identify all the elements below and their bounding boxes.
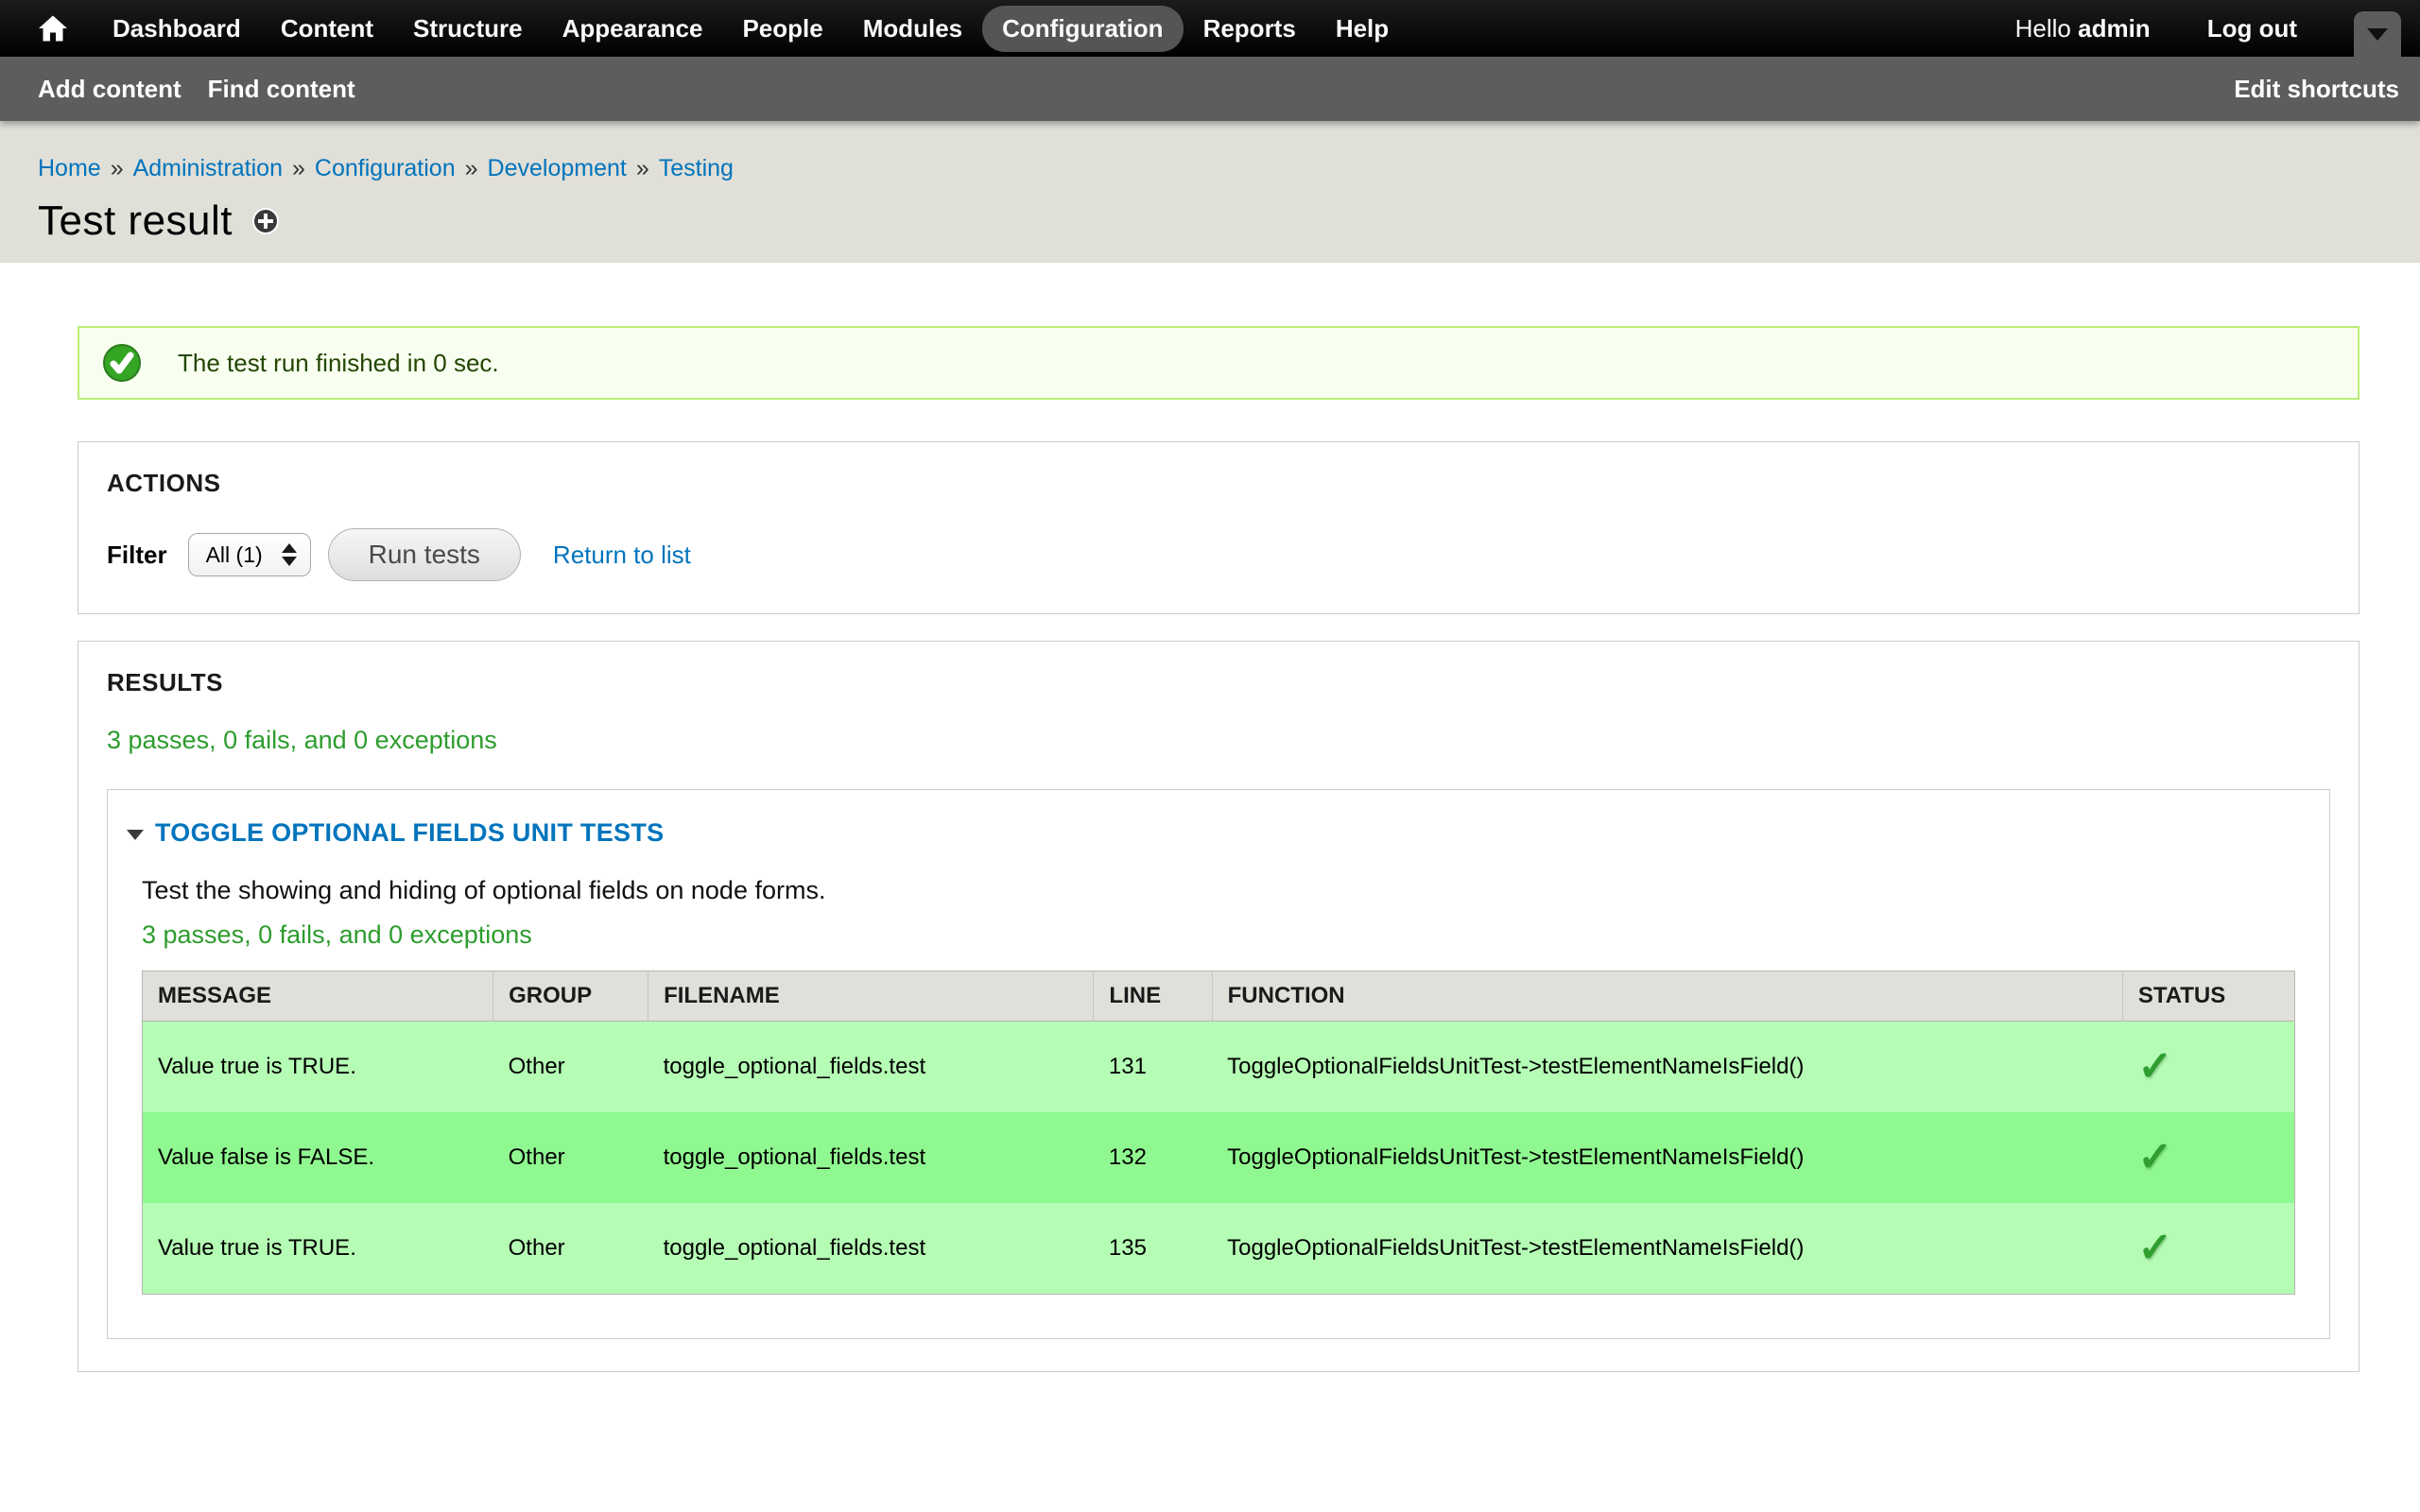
table-row: Value true is TRUE. Other toggle_optiona… [143,1203,2295,1295]
col-header-status: STATUS [2122,971,2294,1022]
pass-check-icon: ✓ [2137,1137,2172,1178]
test-group-fieldset: TOGGLE OPTIONAL FIELDS UNIT TESTS Test t… [107,789,2330,1339]
col-header-line: LINE [1094,971,1212,1022]
actions-legend: ACTIONS [107,469,2330,498]
filter-select-value: All (1) [206,542,263,568]
test-group-title[interactable]: TOGGLE OPTIONAL FIELDS UNIT TESTS [155,818,664,848]
filter-select[interactable]: All (1) [188,533,311,576]
greeting-text: Hello [2015,14,2071,43]
breadcrumb-separator: » [292,155,305,182]
cell-group: Other [493,1022,648,1113]
cell-filename: toggle_optional_fields.test [648,1022,1094,1113]
table-header-row: MESSAGE GROUP FILENAME LINE FUNCTION STA… [143,971,2295,1022]
breadcrumb-separator: » [636,155,649,182]
main-content: The test run finished in 0 sec. ACTIONS … [0,263,2420,1372]
toolbar-item-help[interactable]: Help [1316,6,1409,52]
run-tests-button[interactable]: Run tests [328,528,521,581]
edit-shortcuts-link[interactable]: Edit shortcuts [2234,75,2399,104]
admin-toolbar: Dashboard Content Structure Appearance P… [0,0,2420,57]
col-header-message: MESSAGE [143,971,493,1022]
col-header-group: GROUP [493,971,648,1022]
logout-link[interactable]: Log out [2207,14,2297,43]
results-table: MESSAGE GROUP FILENAME LINE FUNCTION STA… [142,971,2295,1295]
test-group-description: Test the showing and hiding of optional … [142,876,2295,905]
shortcut-bar: Add content Find content Edit shortcuts [0,57,2420,121]
col-header-function: FUNCTION [1212,971,2122,1022]
status-message-text: The test run finished in 0 sec. [178,349,499,378]
filter-label: Filter [107,541,167,570]
toolbar-item-reports[interactable]: Reports [1184,6,1316,52]
page-header: Home » Administration » Configuration » … [0,121,2420,263]
breadcrumb-administration[interactable]: Administration [133,155,283,182]
cell-message: Value false is FALSE. [143,1112,493,1203]
breadcrumb-configuration[interactable]: Configuration [315,155,456,182]
test-group-summary: 3 passes, 0 fails, and 0 exceptions [142,920,2295,950]
cell-function: ToggleOptionalFieldsUnitTest->testElemen… [1212,1112,2122,1203]
cell-line: 132 [1094,1112,1212,1203]
cell-filename: toggle_optional_fields.test [648,1203,1094,1295]
status-message: The test run finished in 0 sec. [78,326,2360,400]
toolbar-item-people[interactable]: People [722,6,842,52]
test-group-toggle[interactable]: TOGGLE OPTIONAL FIELDS UNIT TESTS [127,818,2295,848]
status-check-icon [102,343,142,383]
results-panel: RESULTS 3 passes, 0 fails, and 0 excepti… [78,641,2360,1372]
shortcut-find-content[interactable]: Find content [195,67,369,112]
cell-function: ToggleOptionalFieldsUnitTest->testElemen… [1212,1203,2122,1295]
toolbar-toggle-button[interactable] [2354,11,2401,57]
cell-function: ToggleOptionalFieldsUnitTest->testElemen… [1212,1022,2122,1113]
collapse-arrow-icon [127,830,144,840]
breadcrumb-testing[interactable]: Testing [659,155,734,182]
table-row: Value false is FALSE. Other toggle_optio… [143,1112,2295,1203]
col-header-filename: FILENAME [648,971,1094,1022]
breadcrumb-development[interactable]: Development [488,155,627,182]
results-legend: RESULTS [107,668,2330,697]
shortcut-add-content[interactable]: Add content [25,67,195,112]
user-greeting: Hello admin [2015,14,2151,43]
toolbar-item-structure[interactable]: Structure [393,6,543,52]
cell-message: Value true is TRUE. [143,1203,493,1295]
chevron-down-icon [2367,28,2388,41]
cell-group: Other [493,1203,648,1295]
return-to-list-link[interactable]: Return to list [553,541,691,570]
cell-group: Other [493,1112,648,1203]
results-summary: 3 passes, 0 fails, and 0 exceptions [107,726,2330,755]
add-to-shortcuts-icon[interactable] [251,207,280,235]
breadcrumb: Home » Administration » Configuration » … [38,155,2382,182]
toolbar-item-dashboard[interactable]: Dashboard [93,6,261,52]
cell-filename: toggle_optional_fields.test [648,1112,1094,1203]
select-stepper-icon [282,543,297,566]
cell-line: 131 [1094,1022,1212,1113]
table-row: Value true is TRUE. Other toggle_optiona… [143,1022,2295,1113]
breadcrumb-separator: » [465,155,478,182]
breadcrumb-home[interactable]: Home [38,155,101,182]
home-icon[interactable] [26,0,79,57]
toolbar-menu: Dashboard Content Structure Appearance P… [93,6,1409,52]
cell-line: 135 [1094,1203,1212,1295]
toolbar-item-appearance[interactable]: Appearance [543,6,723,52]
toolbar-item-configuration[interactable]: Configuration [982,6,1183,52]
page-title: Test result [38,198,233,245]
actions-panel: ACTIONS Filter All (1) Run tests Return … [78,441,2360,614]
breadcrumb-separator: » [111,155,124,182]
username-text: admin [2078,14,2151,43]
toolbar-item-content[interactable]: Content [261,6,393,52]
cell-message: Value true is TRUE. [143,1022,493,1113]
toolbar-item-modules[interactable]: Modules [843,6,982,52]
pass-check-icon: ✓ [2137,1046,2172,1088]
pass-check-icon: ✓ [2137,1228,2172,1269]
